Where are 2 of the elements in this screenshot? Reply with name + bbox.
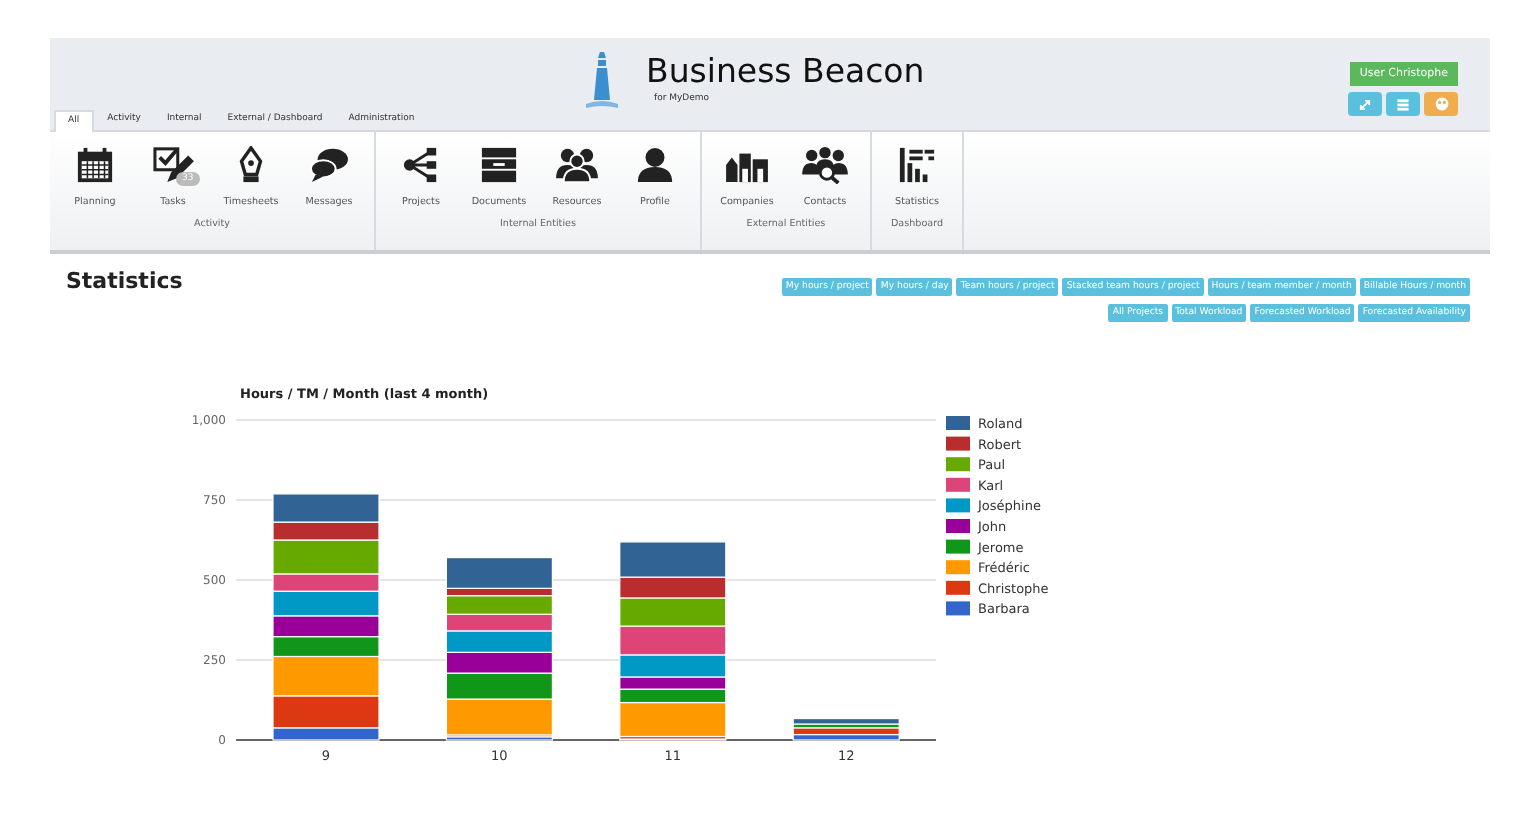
app-title: Business Beacon (646, 56, 925, 89)
page-title: Statistics (66, 268, 183, 298)
